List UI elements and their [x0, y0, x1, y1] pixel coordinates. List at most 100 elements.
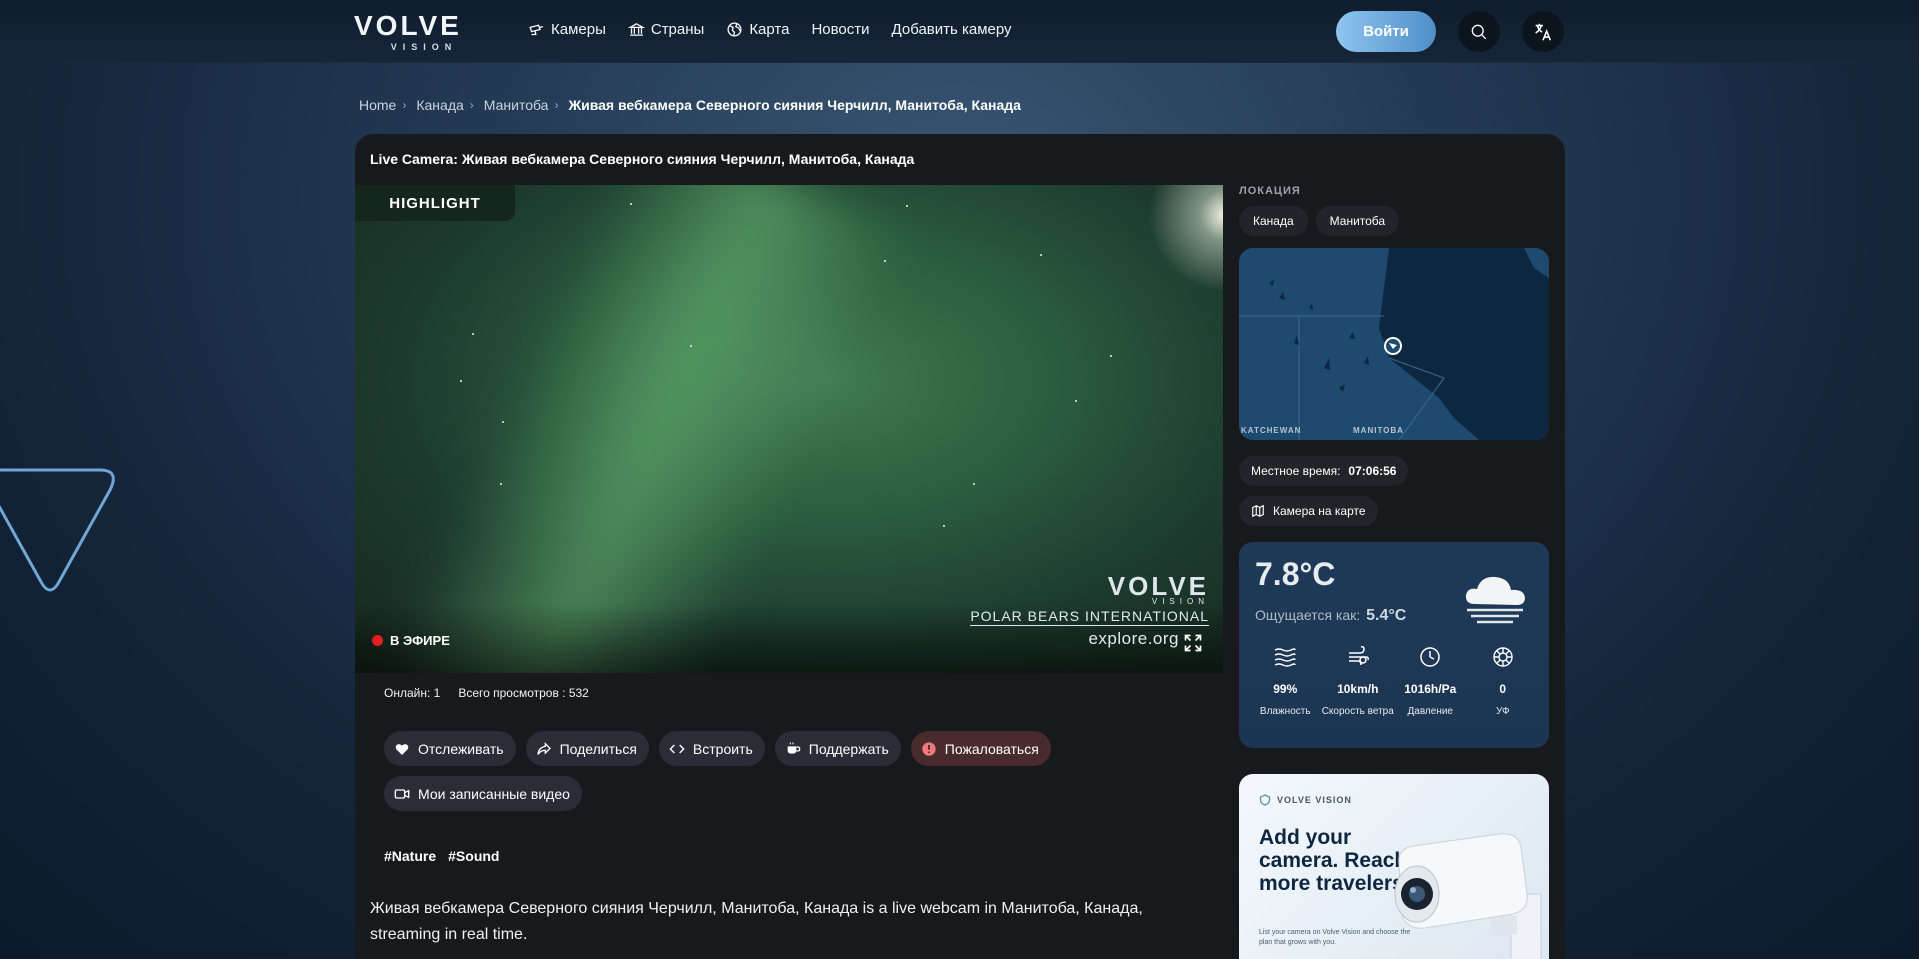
embed-button[interactable]: Встроить — [658, 731, 765, 766]
action-label: Пожаловаться — [944, 740, 1039, 757]
uv-icon — [1493, 647, 1513, 667]
video-icon — [394, 788, 410, 799]
moon-glow — [1135, 185, 1223, 305]
promo-banner[interactable]: VOLVE VISION Add your camera. Reach more… — [1239, 774, 1549, 959]
metric-pressure: 1016h/Pa Давление — [1394, 645, 1467, 719]
sidebar: ЛОКАЦИЯ Канада Манитоба KATCHEWAN MANITO… — [1239, 185, 1549, 959]
temperature: 7.8°C — [1255, 556, 1336, 592]
local-time-row: Местное время: 07:06:56 — [1239, 456, 1549, 486]
recorded-videos-button[interactable]: Мои записанные видео — [384, 776, 582, 811]
tag-link[interactable]: #Nature — [384, 848, 436, 864]
breadcrumb-canada[interactable]: Канада — [416, 97, 463, 113]
landmark-icon — [627, 23, 645, 36]
nav-item-countries[interactable]: Страны — [627, 21, 704, 38]
fullscreen-icon[interactable] — [1183, 633, 1203, 653]
star — [500, 483, 502, 485]
logo-sub: VISION — [390, 42, 458, 52]
feels-like-value: 5.4°C — [1366, 607, 1407, 624]
metric-label: Давление — [1407, 706, 1453, 717]
follow-button[interactable]: Отслеживать — [384, 731, 516, 766]
metric-humidity: 99% Влажность — [1249, 645, 1322, 719]
chevron-right-icon: › — [554, 98, 559, 112]
logo-word: VOLVE — [354, 10, 462, 41]
wind-icon — [1348, 646, 1369, 666]
highlight-badge: HIGHLIGHT — [355, 185, 515, 221]
chevron-right-icon: › — [402, 98, 407, 112]
star — [690, 345, 692, 347]
star — [472, 333, 474, 335]
share-button[interactable]: Поделиться — [525, 731, 649, 766]
local-time-value: 07:06:56 — [1348, 464, 1397, 478]
tag-link[interactable]: #Sound — [448, 848, 499, 864]
camera-icon — [529, 24, 544, 36]
login-button[interactable]: Войти — [1336, 11, 1436, 52]
metric-value: 1016h/Pa — [1404, 682, 1457, 696]
nav-item-cameras[interactable]: Камеры — [528, 21, 606, 38]
video-player[interactable]: HIGHLIGHT В ЭФИРЕ VOLVE VISION POLAR BEA… — [355, 185, 1223, 673]
online-count: Онлайн: 1 — [384, 686, 441, 700]
security-camera-image — [1394, 833, 1542, 959]
pressure-icon — [1420, 647, 1440, 667]
star — [1110, 355, 1112, 357]
map-icon — [1252, 504, 1264, 518]
action-label: Поддержать — [808, 740, 889, 757]
fog-cloud-icon — [1465, 576, 1525, 624]
aurora-glow — [378, 185, 912, 673]
map-link-row: Камера на карте — [1239, 496, 1549, 526]
ad-brand: VOLVE VISION — [1259, 794, 1352, 806]
action-bar: Отслеживать Поделиться Встроить Поддержа… — [384, 731, 1114, 811]
chip-country[interactable]: Канада — [1239, 206, 1308, 236]
alert-icon — [922, 741, 936, 756]
nav-label: Добавить камеру — [891, 21, 1012, 38]
star — [1075, 400, 1077, 402]
map-label-sask: KATCHEWAN — [1241, 426, 1302, 435]
map-label-manitoba: MANITOBA — [1353, 426, 1404, 435]
weather-metrics: 99% Влажность 10km/h Скорость ветра 1016… — [1249, 645, 1539, 719]
nav-label: Новости — [811, 21, 870, 38]
action-label: Отслеживать — [418, 740, 504, 757]
heart-icon — [395, 743, 409, 755]
support-button[interactable]: Поддержать — [774, 731, 901, 766]
breadcrumb: Home › Канада › Манитоба › Живая вебкамера … — [359, 97, 1021, 113]
metric-label: Скорость ветра — [1321, 706, 1394, 717]
watermark-partner: POLAR BEARS INTERNATIONAL — [970, 608, 1209, 626]
globe-icon — [727, 22, 742, 37]
metric-wind: 10km/h Скорость ветра — [1322, 645, 1395, 719]
camera-description: Живая вебкамера Северного сияния Черчилл… — [370, 900, 1143, 943]
nav-item-add-camera[interactable]: Добавить камеру — [892, 21, 1012, 38]
site-logo[interactable]: VOLVE VISION — [354, 12, 494, 54]
metric-value: 99% — [1273, 682, 1298, 696]
local-time-label: Местное время: — [1251, 464, 1341, 478]
report-button[interactable]: Пожаловаться — [910, 731, 1051, 766]
star — [943, 525, 945, 527]
live-label: В ЭФИРЕ — [390, 633, 450, 648]
camera-on-map-button[interactable]: Камера на карте — [1239, 496, 1378, 526]
metric-value: 0 — [1499, 682, 1507, 696]
search-button[interactable] — [1458, 11, 1500, 52]
metric-label: УФ — [1495, 706, 1510, 717]
action-label: Поделиться — [559, 740, 637, 757]
video-watermark: VOLVE VISION POLAR BEARS INTERNATIONAL e… — [970, 573, 1209, 649]
language-button[interactable] — [1522, 11, 1564, 52]
location-heading: ЛОКАЦИЯ — [1239, 185, 1301, 197]
star — [630, 203, 632, 205]
breadcrumb-current: Живая вебкамера Северного сияния Черчилл… — [568, 97, 1021, 113]
star — [973, 483, 975, 485]
nav-item-news[interactable]: Новости — [811, 21, 869, 38]
nav-item-map[interactable]: Карта — [726, 21, 789, 38]
star — [1040, 254, 1042, 256]
location-map[interactable]: KATCHEWAN MANITOBA — [1239, 248, 1549, 440]
main-nav: Камеры Страны Карта Новости Добавить кам… — [528, 21, 1012, 38]
metric-label: Влажность — [1259, 706, 1311, 717]
watermark-sub: VISION — [1151, 597, 1209, 606]
metric-uv: 0 УФ — [1467, 645, 1540, 719]
translate-icon — [1535, 23, 1552, 41]
share-icon — [536, 741, 551, 755]
weather-widget: 7.8°C Ощущается как: 5.4°C 99% Влажность … — [1239, 542, 1549, 748]
chip-region[interactable]: Манитоба — [1315, 206, 1400, 236]
star — [906, 205, 908, 207]
breadcrumb-home[interactable]: Home — [359, 97, 396, 113]
live-indicator: В ЭФИРЕ — [372, 633, 450, 648]
map-link-label: Камера на карте — [1273, 504, 1366, 518]
breadcrumb-manitoba[interactable]: Манитоба — [484, 97, 549, 113]
